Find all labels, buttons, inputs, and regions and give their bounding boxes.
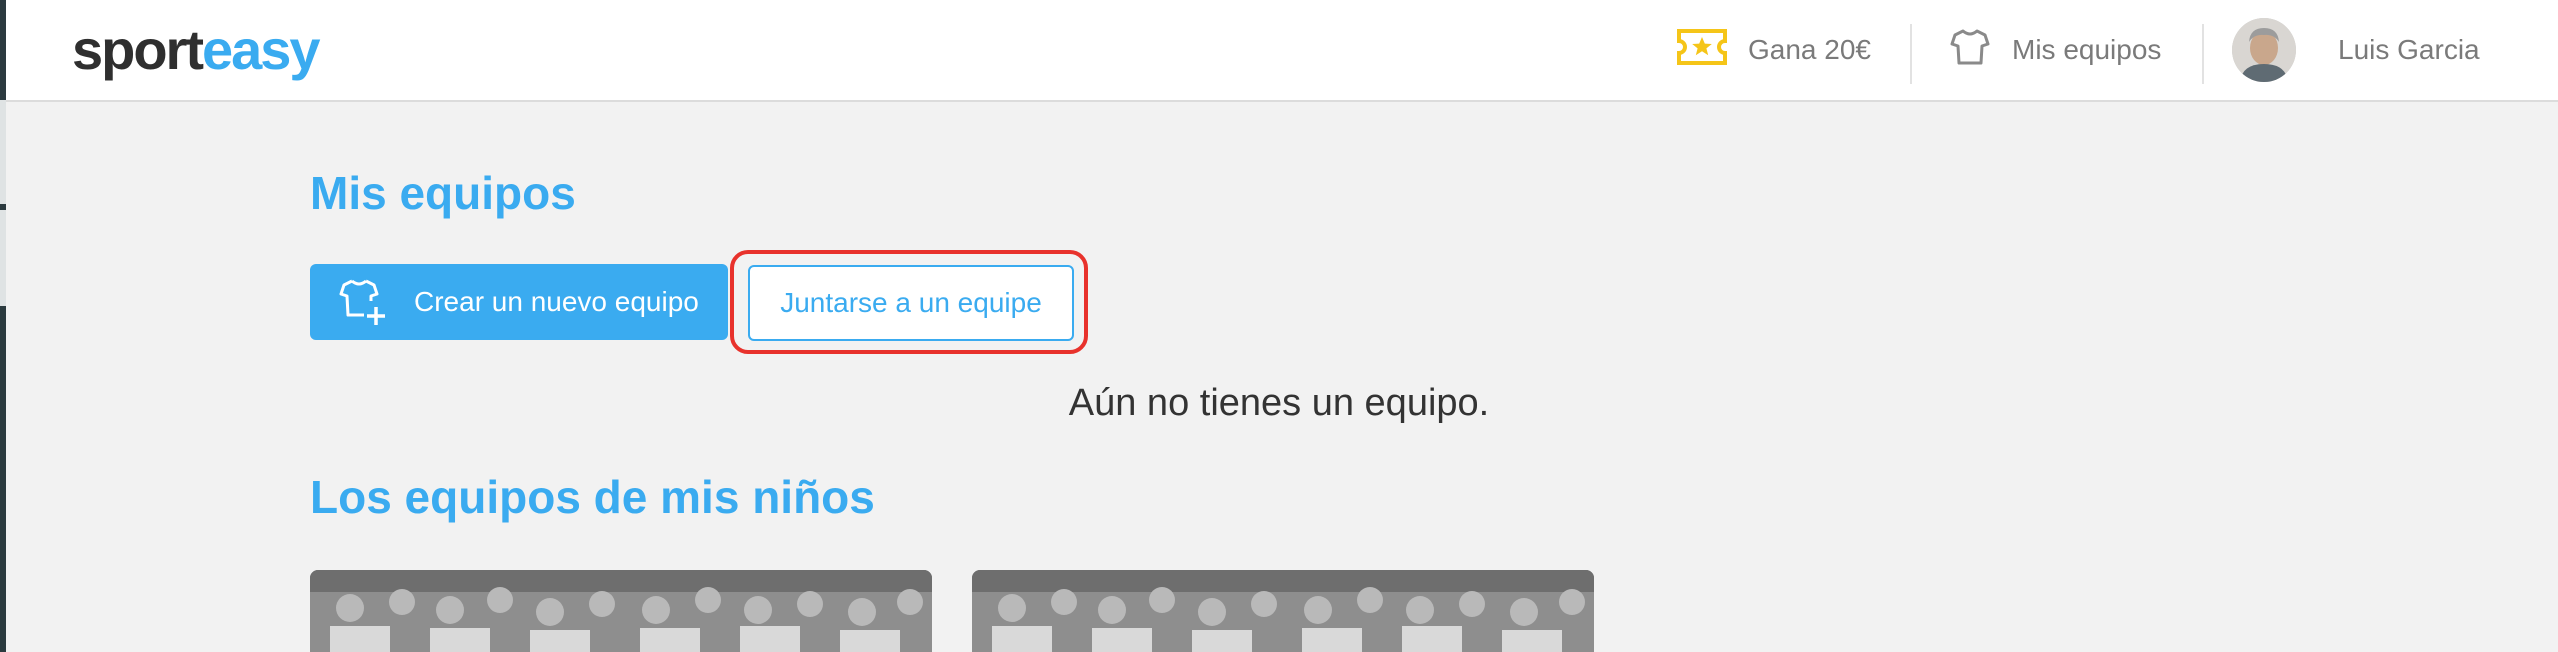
create-team-button[interactable]: Crear un nuevo equipo <box>310 264 728 340</box>
kids-teams-title: Los equipos de mis niños <box>310 471 875 523</box>
join-team-button[interactable]: Juntarse a un equipe <box>748 265 1074 341</box>
team-card[interactable] <box>310 570 932 652</box>
nav-earn-label: Gana 20€ <box>1748 34 1871 65</box>
create-team-label: Crear un nuevo equipo <box>414 286 699 317</box>
my-teams-title: Mis equipos <box>310 167 576 219</box>
no-team-message: Aún no tienes un equipo. <box>1068 382 1490 424</box>
nav-divider <box>1910 24 1912 84</box>
team-card[interactable] <box>972 570 1594 652</box>
tshirt-plus-icon <box>338 277 388 327</box>
top-navbar: sporteasy Gana 20€ Mis equipos Luis Garc… <box>6 0 2558 102</box>
nav-user-menu[interactable]: Luis Garcia <box>2232 0 2480 100</box>
user-name: Luis Garcia <box>2338 34 2480 65</box>
nav-divider <box>2202 24 2204 84</box>
avatar <box>2232 18 2296 82</box>
sporteasy-logo[interactable]: sporteasy <box>72 20 321 80</box>
join-team-label: Juntarse a un equipe <box>780 287 1042 318</box>
team-photo <box>972 570 1594 652</box>
tshirt-icon <box>1950 27 1990 74</box>
nav-my-teams-link[interactable]: Mis equipos <box>1950 0 2161 100</box>
nav-my-teams-label: Mis equipos <box>2012 34 2162 65</box>
team-photo <box>310 570 932 652</box>
ticket-star-icon <box>1676 27 1728 74</box>
nav-earn-link[interactable]: Gana 20€ <box>1676 0 1871 100</box>
